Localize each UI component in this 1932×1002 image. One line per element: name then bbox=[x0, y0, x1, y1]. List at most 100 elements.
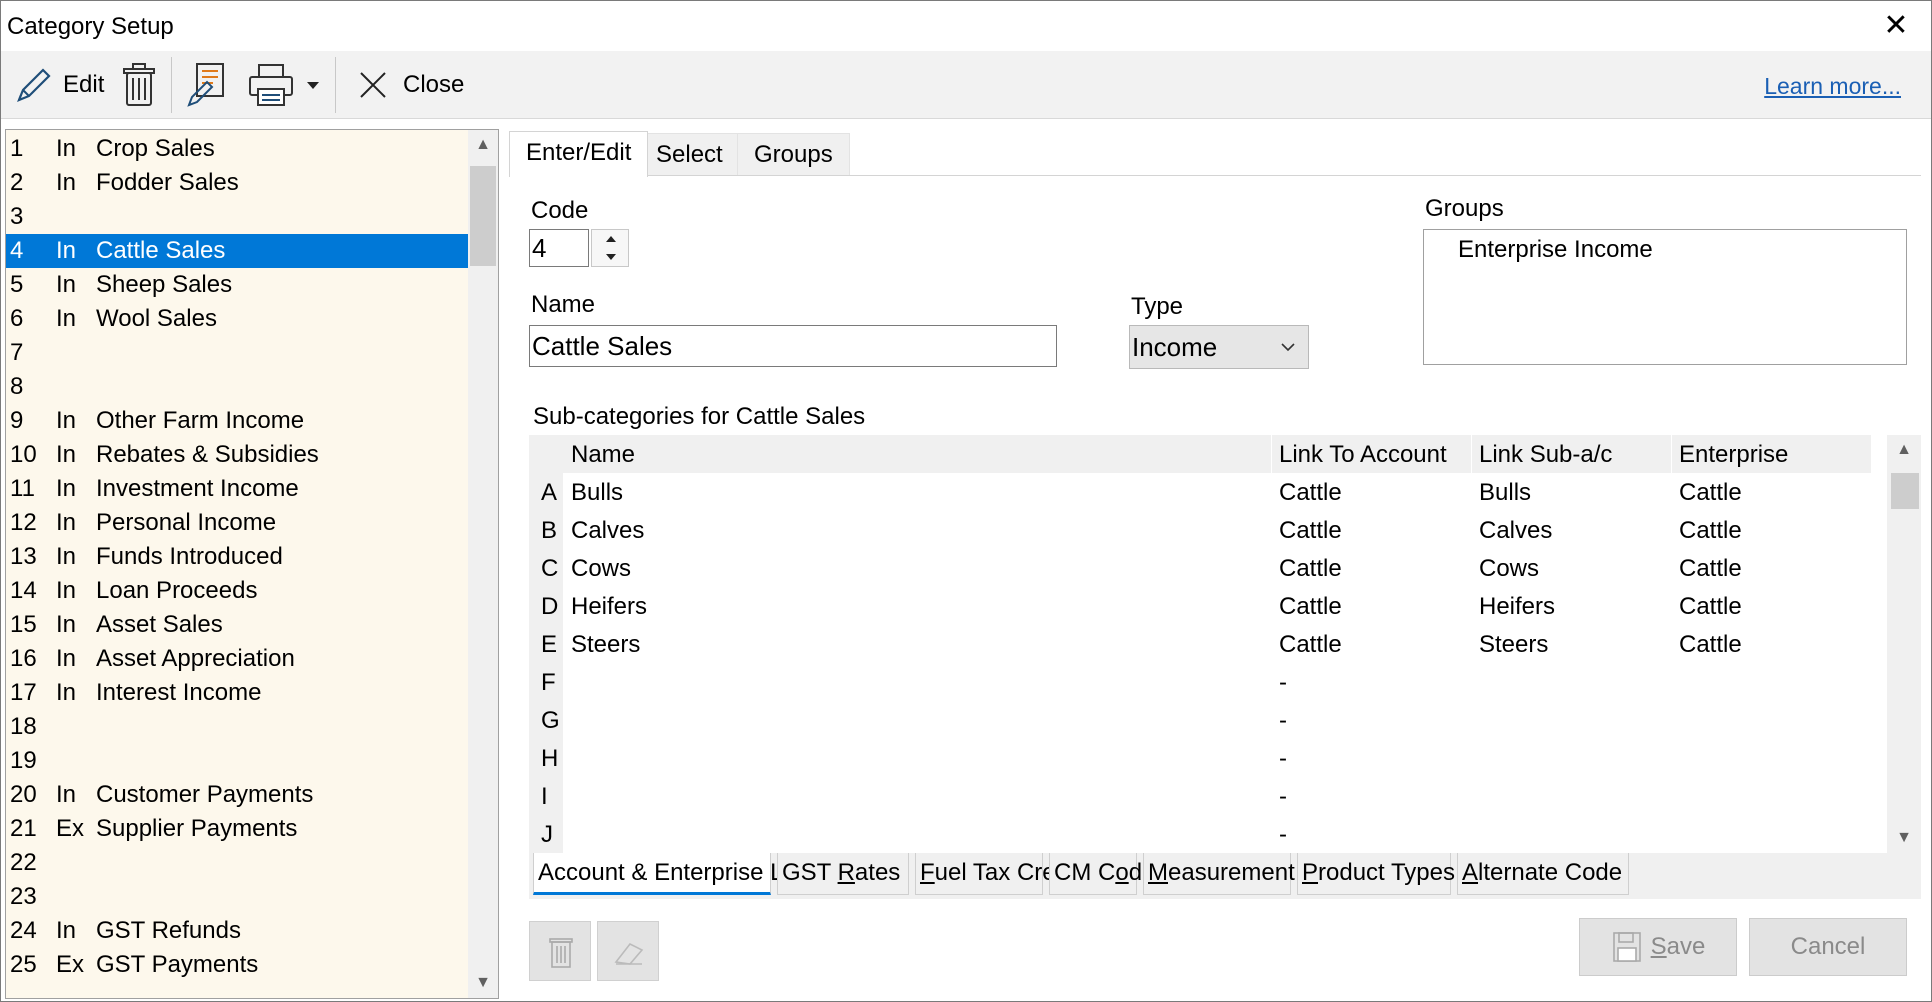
link-to-account[interactable]: - bbox=[1279, 783, 1287, 811]
category-row[interactable]: 9 In Other Farm Income bbox=[6, 404, 468, 438]
category-row[interactable]: 15 In Asset Sales bbox=[6, 608, 468, 642]
grid-row[interactable]: G- bbox=[529, 703, 1871, 741]
link-sub-ac[interactable]: Bulls bbox=[1479, 479, 1531, 507]
header-name[interactable]: Name bbox=[571, 441, 635, 469]
scroll-down-icon[interactable]: ▼ bbox=[1889, 823, 1919, 853]
category-row[interactable]: 2 In Fodder Sales bbox=[6, 166, 468, 200]
tab-cm-code[interactable]: CM Code bbox=[1049, 853, 1155, 895]
close-button[interactable]: Close bbox=[357, 59, 464, 111]
scroll-up-icon[interactable]: ▲ bbox=[1889, 435, 1919, 465]
link-to-account[interactable]: - bbox=[1279, 707, 1287, 735]
tab-select[interactable]: Select bbox=[639, 133, 740, 175]
category-list-scrollbar[interactable]: ▲ ▼ bbox=[468, 130, 498, 998]
category-row[interactable]: 1 In Crop Sales bbox=[6, 132, 468, 166]
grid-scrollbar[interactable]: ▲ ▼ bbox=[1887, 435, 1921, 853]
category-row[interactable]: 6 In Wool Sales bbox=[6, 302, 468, 336]
code-stepper[interactable] bbox=[591, 229, 629, 267]
header-enterprise[interactable]: Enterprise bbox=[1679, 441, 1788, 469]
category-row[interactable]: 21 Ex Supplier Payments bbox=[6, 812, 468, 846]
category-row[interactable]: 16 In Asset Appreciation bbox=[6, 642, 468, 676]
learn-more-link[interactable]: Learn more... bbox=[1764, 73, 1901, 100]
cancel-button[interactable]: Cancel bbox=[1749, 918, 1907, 976]
tab-enter-edit[interactable]: Enter/Edit bbox=[509, 131, 649, 177]
scrollbar-thumb[interactable] bbox=[470, 166, 496, 266]
category-row[interactable]: 20 In Customer Payments bbox=[6, 778, 468, 812]
enterprise[interactable]: Cattle bbox=[1679, 631, 1742, 659]
category-row[interactable]: 14 In Loan Proceeds bbox=[6, 574, 468, 608]
grid-row[interactable]: J- bbox=[529, 817, 1871, 855]
category-row[interactable]: 7 bbox=[6, 336, 468, 370]
report-edit-button[interactable] bbox=[185, 59, 231, 111]
link-to-account[interactable]: - bbox=[1279, 821, 1287, 849]
category-row[interactable]: 18 bbox=[6, 710, 468, 744]
link-to-account[interactable]: - bbox=[1279, 669, 1287, 697]
edit-button[interactable]: Edit bbox=[13, 59, 104, 111]
link-sub-ac[interactable]: Steers bbox=[1479, 631, 1548, 659]
category-row[interactable]: 22 bbox=[6, 846, 468, 880]
save-button[interactable]: Save bbox=[1579, 918, 1737, 976]
category-row[interactable]: 4 In Cattle Sales bbox=[6, 234, 468, 268]
link-sub-ac[interactable]: Heifers bbox=[1479, 593, 1555, 621]
subcategory-name[interactable]: Bulls bbox=[571, 479, 623, 507]
category-row[interactable]: 24 In GST Refunds bbox=[6, 914, 468, 948]
tab-account-enterprise-links[interactable]: Account & Enterprise Links bbox=[533, 853, 826, 895]
grid-row[interactable]: F- bbox=[529, 665, 1871, 703]
link-sub-ac[interactable]: Cows bbox=[1479, 555, 1539, 583]
grid-row[interactable]: B Calves Cattle Calves Cattle bbox=[529, 513, 1871, 551]
scroll-up-icon[interactable]: ▲ bbox=[468, 130, 498, 160]
tab-gst-rates[interactable]: GST Rates bbox=[777, 853, 909, 895]
grid-row[interactable]: E Steers Cattle Steers Cattle bbox=[529, 627, 1871, 665]
header-link-to-account[interactable]: Link To Account bbox=[1279, 441, 1447, 469]
code-input[interactable]: 4 bbox=[529, 229, 589, 267]
grid-row[interactable]: D Heifers Cattle Heifers Cattle bbox=[529, 589, 1871, 627]
category-row[interactable]: 13 In Funds Introduced bbox=[6, 540, 468, 574]
category-row[interactable]: 8 bbox=[6, 370, 468, 404]
group-item[interactable]: Enterprise Income bbox=[1458, 236, 1653, 264]
link-sub-ac[interactable]: Calves bbox=[1479, 517, 1552, 545]
subcategory-name[interactable]: Calves bbox=[571, 517, 644, 545]
enterprise[interactable]: Cattle bbox=[1679, 517, 1742, 545]
link-to-account[interactable]: Cattle bbox=[1279, 479, 1342, 507]
category-row[interactable]: 23 bbox=[6, 880, 468, 914]
category-row[interactable]: 12 In Personal Income bbox=[6, 506, 468, 540]
enterprise[interactable]: Cattle bbox=[1679, 593, 1742, 621]
category-row[interactable]: 25 Ex GST Payments bbox=[6, 948, 468, 982]
print-button[interactable] bbox=[247, 59, 295, 111]
grid-row[interactable]: H- bbox=[529, 741, 1871, 779]
link-to-account[interactable]: Cattle bbox=[1279, 631, 1342, 659]
stepper-up-icon[interactable] bbox=[604, 234, 618, 244]
category-row[interactable]: 11 In Investment Income bbox=[6, 472, 468, 506]
link-to-account[interactable]: Cattle bbox=[1279, 593, 1342, 621]
link-to-account[interactable]: - bbox=[1279, 745, 1287, 773]
tab-product-types[interactable]: Product Types bbox=[1297, 853, 1455, 895]
name-input[interactable]: Cattle Sales bbox=[529, 325, 1057, 367]
groups-list[interactable]: Enterprise Income bbox=[1423, 229, 1907, 365]
category-row[interactable]: 17 In Interest Income bbox=[6, 676, 468, 710]
enterprise[interactable]: Cattle bbox=[1679, 479, 1742, 507]
edit-row-button[interactable] bbox=[597, 921, 659, 981]
link-to-account[interactable]: Cattle bbox=[1279, 555, 1342, 583]
subcategory-name[interactable]: Steers bbox=[571, 631, 640, 659]
stepper-down-icon[interactable] bbox=[604, 252, 618, 262]
tab-fuel-tax-credit[interactable]: Fuel Tax Credit bbox=[915, 853, 1081, 895]
enterprise[interactable]: Cattle bbox=[1679, 555, 1742, 583]
subcategory-name[interactable]: Heifers bbox=[571, 593, 647, 621]
header-link-sub-ac[interactable]: Link Sub-a/c bbox=[1479, 441, 1612, 469]
scrollbar-thumb[interactable] bbox=[1891, 473, 1919, 509]
category-row[interactable]: 10 In Rebates & Subsidies bbox=[6, 438, 468, 472]
category-list[interactable]: 1 In Crop Sales 2 In Fodder Sales 3 4 In Cattle S… bbox=[6, 130, 468, 998]
delete-row-button[interactable] bbox=[529, 921, 591, 981]
tab-groups[interactable]: Groups bbox=[737, 133, 850, 175]
delete-button[interactable] bbox=[119, 59, 159, 111]
category-row[interactable]: 3 bbox=[6, 200, 468, 234]
tab-alternate-code[interactable]: Alternate Code bbox=[1457, 853, 1629, 895]
window-close-icon[interactable]: ✕ bbox=[1879, 9, 1913, 43]
subcategory-name[interactable]: Cows bbox=[571, 555, 631, 583]
grid-row[interactable]: I- bbox=[529, 779, 1871, 817]
type-select[interactable]: Income bbox=[1129, 325, 1309, 369]
category-row[interactable]: 5 In Sheep Sales bbox=[6, 268, 468, 302]
print-dropdown-button[interactable] bbox=[305, 59, 321, 111]
grid-row[interactable]: A Bulls Cattle Bulls Cattle bbox=[529, 475, 1871, 513]
scroll-down-icon[interactable]: ▼ bbox=[468, 968, 498, 998]
grid-row[interactable]: C Cows Cattle Cows Cattle bbox=[529, 551, 1871, 589]
